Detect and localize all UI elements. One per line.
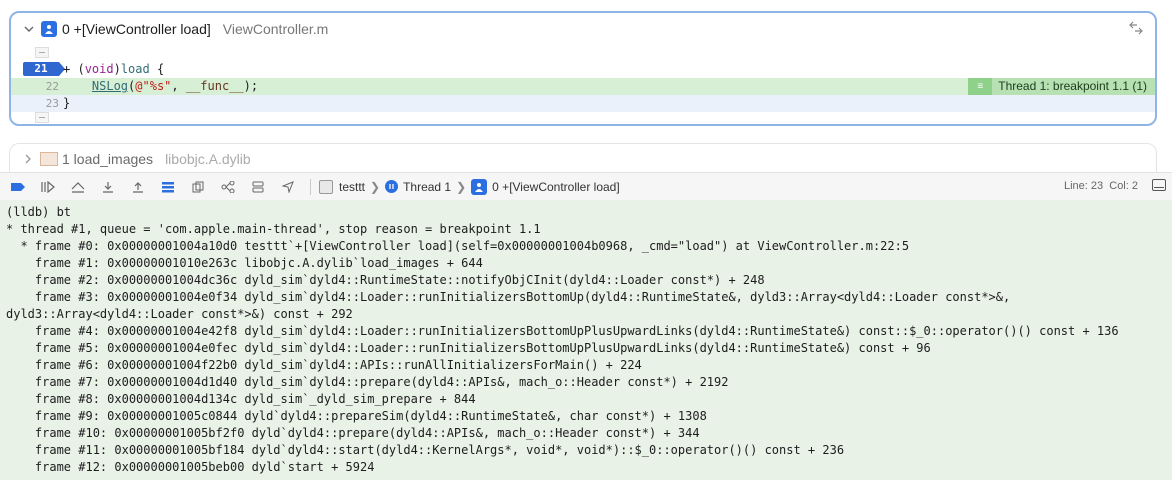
console-line: frame #1: 0x00000001010e263c libobjc.A.d… [6, 256, 483, 270]
breakpoint-lines-icon: ≡ [968, 78, 993, 95]
breadcrumb-thread[interactable]: Thread 1 [403, 180, 451, 194]
console-line: frame #12: 0x00000001005beb00 dyld`start… [6, 460, 375, 474]
col-info: Col: 2 [1109, 180, 1138, 192]
console-toggle-icon[interactable] [1152, 179, 1166, 191]
console-line: frame #6: 0x00000001004f22b0 dyld_sim`dy… [6, 358, 642, 372]
toolbar-separator [310, 178, 311, 195]
code-line-22: 22 NSLog(@"%s", __func__); ≡ Thread 1: b… [11, 78, 1155, 95]
console-line: frame #8: 0x00000001004d134c dyld_sim`_d… [6, 392, 476, 406]
stack-frame-1-row[interactable]: 1 load_images libobjc.A.dylib [9, 143, 1157, 173]
code-line-23: 23 } [11, 95, 1155, 112]
frame-1-library: libobjc.A.dylib [165, 150, 251, 167]
console-line: frame #11: 0x00000001005bf184 dyld`dyld4… [6, 443, 845, 457]
console-line: frame #3: 0x00000001004e0f34 dyld_sim`dy… [6, 290, 1011, 304]
step-over-icon[interactable] [70, 179, 86, 195]
breadcrumb-target[interactable]: testtt [339, 180, 365, 194]
fold-bottom-icon[interactable] [35, 112, 49, 123]
console-line: dyld3::Array<dyld4::Loader const*>&) con… [6, 307, 353, 321]
library-icon [40, 151, 58, 166]
continue-icon[interactable] [40, 179, 56, 195]
line-info: Line: 23 [1063, 180, 1104, 192]
breakpoint-annotation[interactable]: ≡ Thread 1: breakpoint 1.1 (1) [968, 78, 1155, 95]
frame-0-function: 0 +[ViewController load] [62, 21, 211, 37]
step-into-icon[interactable] [100, 179, 116, 195]
environment-overrides-icon[interactable] [250, 179, 266, 195]
debug-view-icon[interactable] [190, 179, 206, 195]
person-icon [471, 178, 488, 195]
console-line: (lldb) bt [6, 205, 72, 219]
breadcrumb: testtt ❯ Thread 1 ❯ 0 +[ViewController l… [319, 178, 620, 195]
console-line: frame #10: 0x00000001005bf2f0 dyld`dyld4… [6, 426, 700, 440]
console-line: frame #5: 0x00000001004e0fec dyld_sim`dy… [6, 341, 931, 355]
memory-graph-icon[interactable] [220, 179, 236, 195]
console-line: frame #4: 0x00000001004e42f8 dyld_sim`dy… [6, 324, 1119, 338]
chevron-right-icon[interactable] [24, 151, 32, 167]
breakpoint-label: Thread 1: breakpoint 1.1 (1) [998, 79, 1147, 93]
stack-frame-0-card: 0 +[ViewController load] ViewController.… [9, 11, 1157, 126]
step-out-icon[interactable] [130, 179, 146, 195]
thread-icon [385, 180, 399, 193]
console-line: * thread #1, queue = 'com.apple.main-thr… [6, 222, 541, 236]
code-line-21: 21 + (void)load { [11, 61, 1155, 78]
breakpoints-toggle-icon[interactable] [10, 179, 26, 195]
console-line: frame #9: 0x00000001005c0844 dyld`dyld4:… [6, 409, 707, 423]
lldb-console[interactable]: (lldb) bt * thread #1, queue = 'com.appl… [0, 200, 1172, 480]
chevron-down-icon[interactable] [21, 21, 37, 37]
line-number: 22 [45, 80, 59, 93]
console-line: * frame #0: 0x00000001004a10d0 testtt`+[… [6, 239, 910, 253]
frame-1-function: 1 load_images [62, 150, 154, 167]
frame-0-file: ViewController.m [222, 21, 329, 37]
chevron-right-icon: ❯ [370, 179, 381, 194]
debug-toolbar: testtt ❯ Thread 1 ❯ 0 +[ViewController l… [0, 172, 1172, 201]
expand-icon[interactable] [1129, 21, 1143, 38]
person-icon [41, 21, 57, 37]
line-number: 23 [45, 97, 59, 110]
console-line: frame #7: 0x00000001004d1d40 dyld_sim`dy… [6, 375, 729, 389]
target-icon [319, 179, 333, 194]
chevron-right-icon: ❯ [456, 179, 467, 194]
breadcrumb-frame[interactable]: 0 +[ViewController load] [492, 180, 620, 194]
location-simulate-icon[interactable] [280, 179, 296, 195]
cursor-position: Line: 23 Col: 2 [1064, 180, 1138, 192]
breakpoint-line-number[interactable]: 21 [23, 62, 65, 76]
console-line: frame #2: 0x00000001004dc36c dyld_sim`dy… [6, 273, 765, 287]
frame-0-header[interactable]: 0 +[ViewController load] ViewController.… [11, 13, 1155, 45]
fold-top-icon[interactable] [35, 47, 49, 58]
view-hierarchy-icon[interactable] [160, 179, 176, 195]
